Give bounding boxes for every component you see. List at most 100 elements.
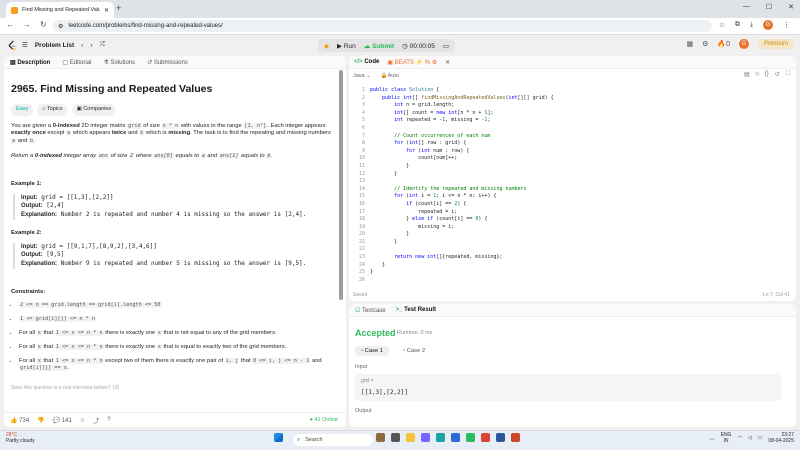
testcase-label: Testcase [361, 307, 386, 314]
submit-button[interactable]: ☁ Submit [364, 42, 394, 50]
difficulty-badge[interactable]: Easy [11, 104, 34, 116]
tray-chevron-icon[interactable]: ︿ [710, 435, 715, 442]
favorite-icon[interactable]: ☆ [80, 417, 85, 424]
code-line: if (count[i] == 2) { [406, 200, 467, 207]
tab-editorial[interactable]: ▢ Editorial [62, 59, 91, 66]
streak-counter[interactable]: 🔥0 [717, 40, 730, 48]
case-2-tab[interactable]: • Case 2 [397, 346, 431, 356]
lang-2: IN [723, 438, 729, 444]
tab-solutions[interactable]: ⚗ Solutions [103, 59, 135, 66]
shuffle-icon[interactable]: ⤮ [100, 41, 105, 49]
line-number: 22 [358, 246, 365, 253]
powerpoint-icon[interactable] [511, 433, 520, 442]
topics-label: Topics [47, 106, 63, 113]
battery-icon[interactable]: ▭ [758, 435, 763, 441]
code-line: return new int[]{repeated, missing}; [394, 254, 503, 261]
topbar-right: ▦ ⚙ 🔥0 G Premium [686, 39, 794, 49]
download-icon[interactable]: ⤓ [750, 21, 753, 29]
copilot-icon[interactable] [421, 433, 430, 442]
companies-badge[interactable]: ▣ Companies [71, 104, 117, 116]
tab-description[interactable]: ▤ Description [10, 59, 50, 66]
bookmark-star-icon[interactable]: ☆ [719, 21, 725, 29]
example-2: Input: grid = [[9,1,7],[8,9,2],[3,4,6]] … [13, 242, 337, 269]
share-icon[interactable]: ⤴ [93, 416, 99, 425]
tab-submissions[interactable]: ↺ Submissions [147, 59, 188, 66]
edge-icon[interactable] [436, 433, 445, 442]
tab-test-result[interactable]: >_ Test Result [396, 307, 436, 313]
fullscreen-icon[interactable]: ⛶ [786, 71, 790, 78]
weather-widget[interactable]: 28°C Partly cloudy [6, 432, 35, 444]
reset-icon[interactable]: ↺ [775, 71, 780, 78]
online-count: ● 41 Online [309, 417, 338, 423]
volume-icon[interactable]: ◁ [748, 435, 752, 441]
back-icon[interactable]: ← [6, 20, 14, 29]
tab-testcase[interactable]: ☑ Testcase [355, 307, 386, 314]
user-avatar[interactable]: G [738, 39, 749, 49]
line-number: 13 [358, 178, 365, 185]
test-result-label: Test Result [404, 307, 437, 313]
widgets-icon[interactable] [376, 433, 385, 442]
profile-avatar[interactable]: G [763, 20, 773, 30]
start-icon[interactable] [274, 433, 283, 442]
example-2-title: Example 2: [11, 229, 42, 236]
close-tab-icon[interactable]: ✕ [104, 7, 109, 14]
chrome-icon[interactable] [481, 433, 490, 442]
task-view-icon[interactable] [391, 433, 400, 442]
problem-list-icon[interactable]: ☰ [22, 41, 28, 49]
leetcode-logo-icon[interactable] [8, 40, 17, 51]
timer[interactable]: ◷ 00:00:05 [402, 42, 435, 50]
cursor-position: Ln 7, Col 41 [763, 292, 790, 298]
minimize-icon[interactable]: — [743, 3, 750, 11]
close-window-icon[interactable]: ✕ [788, 3, 794, 11]
comments-button[interactable]: 💬 141 [53, 417, 72, 424]
debug-icon[interactable]: ◆ [324, 42, 329, 50]
topics-badge[interactable]: ⌂ Topics [37, 104, 68, 116]
tab-code[interactable]: </> Code [354, 59, 379, 65]
companies-label: Companies [83, 106, 112, 113]
close-code-tab-icon[interactable]: ✕ [445, 59, 450, 66]
word-icon[interactable] [496, 433, 505, 442]
description-scrollbar[interactable] [339, 70, 343, 300]
auto-toggle[interactable]: 🔒Auto [381, 73, 399, 79]
notes-icon[interactable]: ▭ [443, 42, 449, 50]
code-line: } [370, 238, 398, 245]
language-indicator[interactable]: ENG IN [721, 432, 732, 444]
format-icon[interactable]: {} [765, 71, 769, 78]
prev-problem-icon[interactable]: ‹ [81, 42, 83, 49]
line-numbers: 1 2 3 4 5 6 7 8 9 10 11 12 13 14 15 16 17 18 19 20 21 22 23 24 2… [351, 87, 365, 284]
code-line: int[] count = new int[n * n + 1]; [394, 109, 494, 116]
store-icon[interactable] [451, 433, 460, 442]
settings-icon[interactable]: ⚙ [702, 40, 708, 48]
code-editor[interactable]: public class Solution { public int[] fin… [370, 87, 554, 284]
bookmark-icon[interactable]: ⌑ [756, 71, 759, 78]
browser-tab[interactable]: Find Missing and Repeated Valu ✕ [6, 2, 114, 18]
beats-tab[interactable]: ▣ BEATS ⚡ % ⚙ [387, 59, 437, 66]
url-field[interactable]: ⚙ leetcode.com/problems/find-missing-and… [52, 20, 712, 32]
whatsapp-icon[interactable] [466, 433, 475, 442]
run-button[interactable]: ▶ Run [337, 42, 356, 50]
next-problem-icon[interactable]: › [90, 42, 92, 49]
test-panel: ☑ Testcase >_ Test Result Accepted Runti… [349, 304, 796, 427]
premium-button[interactable]: Premium [757, 39, 794, 49]
new-tab-button[interactable]: + [116, 3, 121, 13]
maximize-icon[interactable]: ☐ [766, 3, 772, 11]
file-explorer-icon[interactable] [406, 433, 415, 442]
dislike-icon[interactable]: 👎 [37, 417, 44, 424]
case-1-tab[interactable]: • Case 1 [355, 346, 390, 356]
browser-menu-icon[interactable]: ⋮ [783, 21, 790, 29]
notes-icon[interactable]: ▤ [744, 71, 750, 78]
problem-list-link[interactable]: Problem List [35, 42, 74, 49]
clock[interactable]: 23:27 08-04-2025 [768, 432, 794, 444]
extensions-icon[interactable]: ⧉ [735, 21, 740, 29]
site-info-icon[interactable]: ⚙ [58, 23, 63, 30]
line-number: 21 [358, 238, 365, 245]
taskbar-search[interactable]: ⌕ Search [293, 434, 373, 446]
language-select[interactable]: Java ⌄ [353, 73, 371, 79]
layout-icon[interactable]: ▦ [686, 40, 693, 48]
help-icon[interactable]: ? [107, 417, 110, 423]
reload-icon[interactable]: ↻ [40, 20, 47, 29]
wifi-icon[interactable]: ◠ [737, 435, 741, 441]
forward-icon[interactable]: → [23, 20, 31, 29]
like-button[interactable]: 👍 734 [10, 417, 29, 424]
